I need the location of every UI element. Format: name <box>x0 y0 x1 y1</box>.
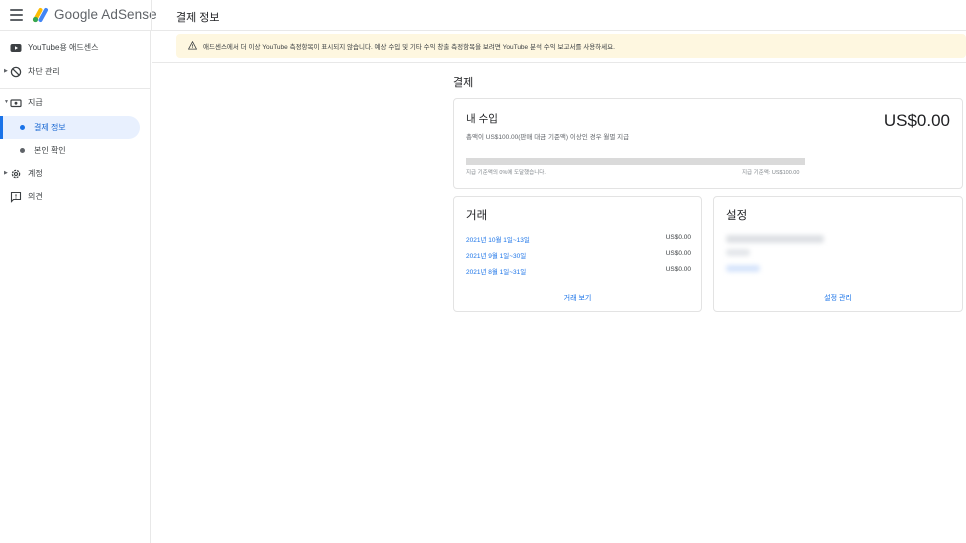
transaction-amount: US$0.00 <box>665 234 691 241</box>
content-divider <box>152 62 966 63</box>
caret-down-icon: ▼ <box>4 99 9 105</box>
earnings-amount: US$0.00 <box>883 111 950 130</box>
transaction-period-link[interactable]: 2021년 8월 1일~31일 <box>466 266 526 276</box>
transaction-row: 2021년 9월 1일~30일 US$0.00 <box>466 250 691 262</box>
sidebar-subitem-label: 본인 확인 <box>34 146 66 155</box>
transaction-row: 2021년 10월 1일~13일 US$0.00 <box>466 234 691 246</box>
sidebar-item-payments[interactable]: ▼ 지급 <box>0 92 151 115</box>
adsense-logo-icon[interactable] <box>32 6 50 23</box>
redacted-payment-method <box>726 235 824 243</box>
bullet-icon <box>20 148 25 153</box>
manage-settings-link[interactable]: 설정 관리 <box>714 293 962 303</box>
transaction-period-link[interactable]: 2021년 10월 1일~13일 <box>466 234 530 244</box>
progress-status-text: 지급 기준액의 0%에 도달했습니다. <box>466 170 546 176</box>
redacted-link <box>726 265 760 272</box>
banner-text: 애드센스에서 더 이상 YouTube 측정항목이 표시되지 않습니다. 예상 … <box>203 44 615 51</box>
sidebar-item-account[interactable]: ▶ 계정 <box>0 163 151 186</box>
sidebar-divider <box>0 88 151 89</box>
transaction-amount: US$0.00 <box>665 250 691 257</box>
topbar-divider <box>151 0 152 31</box>
payment-threshold-progress-bar <box>466 158 805 165</box>
view-transactions-link[interactable]: 거래 보기 <box>454 293 701 303</box>
sidebar-item-label: 지급 <box>28 98 43 107</box>
redacted-text <box>726 249 750 256</box>
transactions-card: 거래 2021년 10월 1일~13일 US$0.00 2021년 9월 1일~… <box>453 196 702 312</box>
youtube-icon <box>10 44 22 52</box>
hamburger-menu-icon[interactable] <box>10 9 23 21</box>
sidebar: YouTube용 애드센스 ▶ 차단 관리 ▼ 지급 결제 정보 본인 확인 ▶… <box>0 31 151 543</box>
caret-right-icon: ▶ <box>4 170 8 176</box>
sidebar-subitem-label: 결제 정보 <box>34 123 66 132</box>
warning-icon <box>188 41 197 50</box>
caret-right-icon: ▶ <box>4 68 8 74</box>
settings-card: 설정 설정 관리 <box>713 196 963 312</box>
sidebar-item-label: 의견 <box>28 192 43 201</box>
earnings-description: 총액이 US$100.00(판매 대금 기준액) 이상인 경우 월별 지급 <box>466 134 630 141</box>
sidebar-item-block-controls[interactable]: ▶ 차단 관리 <box>0 61 151 84</box>
sidebar-item-label: 계정 <box>28 169 43 178</box>
page-title: 결제 정보 <box>176 12 220 24</box>
block-icon <box>10 66 22 78</box>
sidebar-item-label: 차단 관리 <box>28 67 60 76</box>
youtube-metrics-warning-banner: 애드센스에서 더 이상 YouTube 측정항목이 표시되지 않습니다. 예상 … <box>176 34 966 58</box>
transactions-title: 거래 <box>466 210 488 222</box>
top-app-bar: Google AdSense 결제 정보 <box>0 0 966 31</box>
transaction-row: 2021년 8월 1일~31일 US$0.00 <box>466 266 691 278</box>
payments-icon <box>10 99 22 108</box>
sidebar-item-payment-info[interactable]: 결제 정보 <box>0 116 140 139</box>
bullet-icon <box>20 125 25 130</box>
transaction-period-link[interactable]: 2021년 9월 1일~30일 <box>466 250 526 260</box>
gear-icon <box>11 169 21 179</box>
sidebar-item-label: YouTube용 애드센스 <box>28 43 99 52</box>
feedback-icon <box>10 191 22 203</box>
payment-threshold-text: 지급 기준액: US$100.00 <box>742 170 800 176</box>
earnings-card: 내 수입 총액이 US$100.00(판매 대금 기준액) 이상인 경우 월별 … <box>453 98 963 189</box>
app-name[interactable]: Google AdSense <box>54 7 157 22</box>
settings-title: 설정 <box>726 210 748 222</box>
transaction-amount: US$0.00 <box>665 266 691 273</box>
earnings-title: 내 수입 <box>466 113 498 125</box>
sidebar-item-feedback[interactable]: 의견 <box>0 186 151 209</box>
section-title: 결제 <box>453 77 474 89</box>
sidebar-item-identity-verification[interactable]: 본인 확인 <box>0 139 140 162</box>
sidebar-item-youtube[interactable]: YouTube용 애드센스 <box>0 37 151 60</box>
